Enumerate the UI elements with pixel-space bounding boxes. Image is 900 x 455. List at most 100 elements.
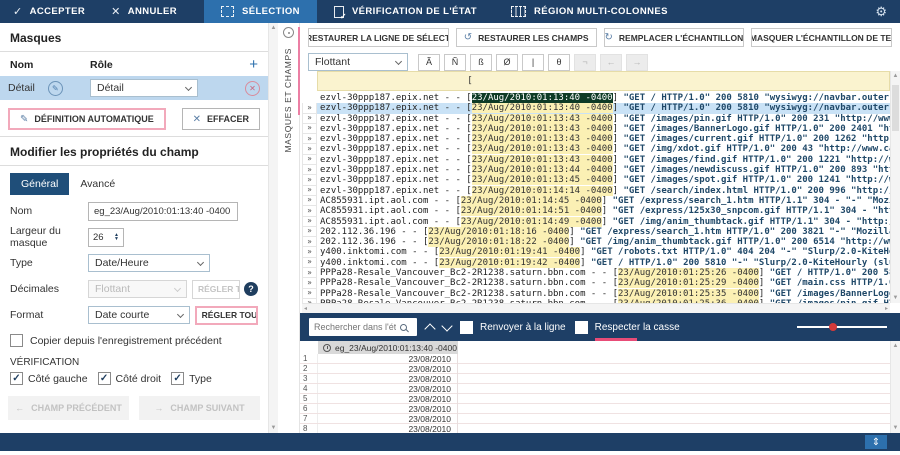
scroll-up-icon[interactable]: ▲ xyxy=(271,23,277,33)
horizontal-scrollbar[interactable]: ◂ ▸ xyxy=(302,303,890,313)
match-case-check[interactable]: Respecter la casse xyxy=(575,321,680,334)
tab-region-multi-colonnes[interactable]: RÉGION MULTI-COLONNES xyxy=(494,0,685,23)
edit-pencil-icon[interactable]: ✎ xyxy=(48,81,63,96)
table-row[interactable]: 423/08/2010 xyxy=(300,384,890,394)
log-request: "GET /robots.txt HTTP/1.0" 404 204 "-" "… xyxy=(591,247,890,257)
trap-char-button[interactable]: | xyxy=(522,54,544,71)
log-line[interactable]: »AC855931.ipt.aol.com - - [23/Aug/2010:0… xyxy=(302,206,890,216)
accept-button[interactable]: ✓ ACCEPTER xyxy=(0,0,98,23)
table-row[interactable]: 123/08/2010 xyxy=(300,354,890,364)
auto-define-button[interactable]: ✎ DÉFINITION AUTOMATIQUE xyxy=(8,108,166,130)
help-icon[interactable]: ? xyxy=(244,282,258,296)
scroll-up-icon[interactable]: ▲ xyxy=(893,341,899,351)
table-row[interactable]: 723/08/2010 xyxy=(300,414,890,424)
report-vertical-scrollbar[interactable]: ▲ ▼ xyxy=(890,71,900,303)
log-line[interactable]: »AC855931.ipt.aol.com - - [23/Aug/2010:0… xyxy=(302,217,890,227)
selection-row-text[interactable]: [ xyxy=(317,71,890,91)
checkbox[interactable] xyxy=(10,372,23,385)
mask-width-stepper[interactable]: 26 ▲▼ xyxy=(88,228,124,247)
log-line[interactable]: »ezvl-30ppp187.epix.net - - [23/Aug/2010… xyxy=(302,155,890,165)
type-select[interactable]: Date/Heure xyxy=(88,254,210,272)
table-row[interactable]: 523/08/2010 xyxy=(300,394,890,404)
log-line[interactable]: »y400.inktomi.com - - [23/Aug/2010:01:19… xyxy=(302,247,890,257)
log-line[interactable]: »PPPa28-Resale_Vancouver_Bc2-2R1238.satu… xyxy=(302,289,890,299)
report-toolbar-button-2[interactable]: ↻REMPLACER L'ÉCHANTILLON xyxy=(604,28,745,47)
scroll-up-icon[interactable]: ▲ xyxy=(893,71,899,81)
table-row[interactable]: 223/08/2010 xyxy=(300,364,890,374)
selection-row[interactable]: [ xyxy=(302,71,890,91)
log-host: PPPa28-Resale_Vancouver_Bc2-2R1238.satur… xyxy=(320,268,618,278)
trap-char-button[interactable]: Ñ xyxy=(444,54,466,71)
log-line[interactable]: ezvl-30ppp187.epix.net - - [23/Aug/2010:… xyxy=(302,93,890,103)
log-line[interactable]: »ezvl-30ppp187.epix.net - - [23/Aug/2010… xyxy=(302,165,890,175)
set-all-format-button[interactable]: RÉGLER TOUT xyxy=(195,306,258,325)
report-text-view[interactable]: [ ezvl-30ppp187.epix.net - - [23/Aug/201… xyxy=(302,71,890,303)
report-toolbar-button-3[interactable]: ✎MASQUER L'ÉCHANTILLON DE TEXTE xyxy=(751,28,892,47)
scroll-down-icon[interactable]: ▼ xyxy=(271,423,277,433)
log-line[interactable]: »PPPa28-Resale_Vancouver_Bc2-2R1238.satu… xyxy=(302,268,890,278)
match-case-checkbox[interactable] xyxy=(575,321,588,334)
search-box[interactable] xyxy=(309,318,417,336)
expand-panel-button[interactable]: ⇕ xyxy=(865,435,887,449)
table-row[interactable]: 823/08/2010 xyxy=(300,424,890,433)
trap-char-button[interactable]: ß xyxy=(470,54,492,71)
verify-check-2[interactable]: Type xyxy=(171,372,212,385)
add-mask-button[interactable]: + xyxy=(249,57,258,72)
report-toolbar-button-0[interactable]: ↺RESTAURER LA LIGNE DE SÉLECTION xyxy=(308,28,449,47)
tab-advanced[interactable]: Avancé xyxy=(69,173,126,195)
clear-button[interactable]: ✕ EFFACER xyxy=(182,108,260,130)
log-line[interactable]: »ezvl-30ppp187.epix.net - - [23/Aug/2010… xyxy=(302,175,890,185)
verify-check-1[interactable]: Côté droit xyxy=(98,372,162,385)
log-line[interactable]: »ezvl-30ppp187.epix.net - - [23/Aug/2010… xyxy=(302,124,890,134)
table-row[interactable]: 623/08/2010 xyxy=(300,404,890,414)
preview-column-header[interactable]: eg_23/Aug/2010:01:13:40 -0400 xyxy=(318,341,458,354)
log-line[interactable]: »ezvl-30ppp187.epix.net - - [23/Aug/2010… xyxy=(302,144,890,154)
log-line[interactable]: »ezvl-30ppp187.epix.net - - [23/Aug/2010… xyxy=(302,134,890,144)
settings-gear-icon[interactable]: ⚙ xyxy=(862,0,900,23)
log-line[interactable]: »ezvl-30ppp187.epix.net - - [23/Aug/2010… xyxy=(302,186,890,196)
report-toolbar-button-1[interactable]: ↺RESTAURER LES CHAMPS xyxy=(456,28,597,47)
search-input[interactable] xyxy=(314,322,396,332)
delete-mask-icon[interactable]: ✕ xyxy=(245,81,260,96)
scrollbar-thumb[interactable] xyxy=(892,85,899,131)
preview-vertical-scrollbar[interactable]: ▲ ▼ xyxy=(890,341,900,433)
scroll-down-icon[interactable]: ▼ xyxy=(893,423,899,433)
trap-type-select[interactable]: Flottant xyxy=(308,53,408,71)
log-line[interactable]: »PPPa28-Resale_Vancouver_Bc2-2R1238.satu… xyxy=(302,278,890,288)
log-line[interactable]: »ezvl-30ppp187.epix.net - - [23/Aug/2010… xyxy=(302,103,890,113)
wrap-line-check[interactable]: Renvoyer à la ligne xyxy=(460,321,566,334)
checkbox[interactable] xyxy=(171,372,184,385)
log-line[interactable]: »202.112.36.196 - - [23/Aug/2010:01:18:2… xyxy=(302,237,890,247)
tab-selection[interactable]: SÉLECTION xyxy=(204,0,317,23)
mask-role-select[interactable]: Détail xyxy=(90,79,198,97)
tab-verification-etat[interactable]: VÉRIFICATION DE L'ÉTAT xyxy=(317,0,494,23)
stepper-arrows-icon[interactable]: ▲▼ xyxy=(114,233,119,242)
cancel-button[interactable]: ✕ ANNULER xyxy=(98,0,190,23)
tab-general[interactable]: Général xyxy=(10,173,69,195)
side-tab-masques-et-champs[interactable]: MASQUES ET CHAMPS xyxy=(278,23,300,433)
wrap-line-checkbox[interactable] xyxy=(460,321,473,334)
log-request: "GET /img/anim_thumbtack.gif HTTP/1.1" 3… xyxy=(613,217,890,227)
find-previous-button[interactable] xyxy=(424,323,435,334)
pin-icon[interactable] xyxy=(283,27,294,38)
zoom-slider[interactable] xyxy=(797,320,887,334)
checkbox[interactable] xyxy=(98,372,111,385)
log-line[interactable]: »202.112.36.196 - - [23/Aug/2010:01:18:1… xyxy=(302,227,890,237)
format-select[interactable]: Date courte xyxy=(88,306,190,324)
mask-row-detail[interactable]: Détail ✎ Détail ✕ xyxy=(0,76,268,100)
scroll-down-icon[interactable]: ▼ xyxy=(893,293,899,303)
trap-char-button[interactable]: Ø xyxy=(496,54,518,71)
trap-char-button[interactable]: Ã xyxy=(418,54,440,71)
copy-previous-checkbox[interactable] xyxy=(10,334,23,347)
trap-char-button[interactable]: θ xyxy=(548,54,570,71)
table-row[interactable]: 323/08/2010 xyxy=(300,374,890,384)
log-line[interactable]: »y400.inktomi.com - - [23/Aug/2010:01:19… xyxy=(302,258,890,268)
verify-check-0[interactable]: Côté gauche xyxy=(10,372,88,385)
log-line[interactable]: »ezvl-30ppp187.epix.net - - [23/Aug/2010… xyxy=(302,114,890,124)
row-marker: » xyxy=(302,289,317,299)
left-panel-scrollbar[interactable]: ▲ ▼ xyxy=(268,23,278,433)
find-next-button[interactable] xyxy=(441,320,452,331)
field-name-input[interactable] xyxy=(88,202,238,221)
slider-thumb[interactable] xyxy=(829,323,837,331)
log-line[interactable]: »AC855931.ipt.aol.com - - [23/Aug/2010:0… xyxy=(302,196,890,206)
